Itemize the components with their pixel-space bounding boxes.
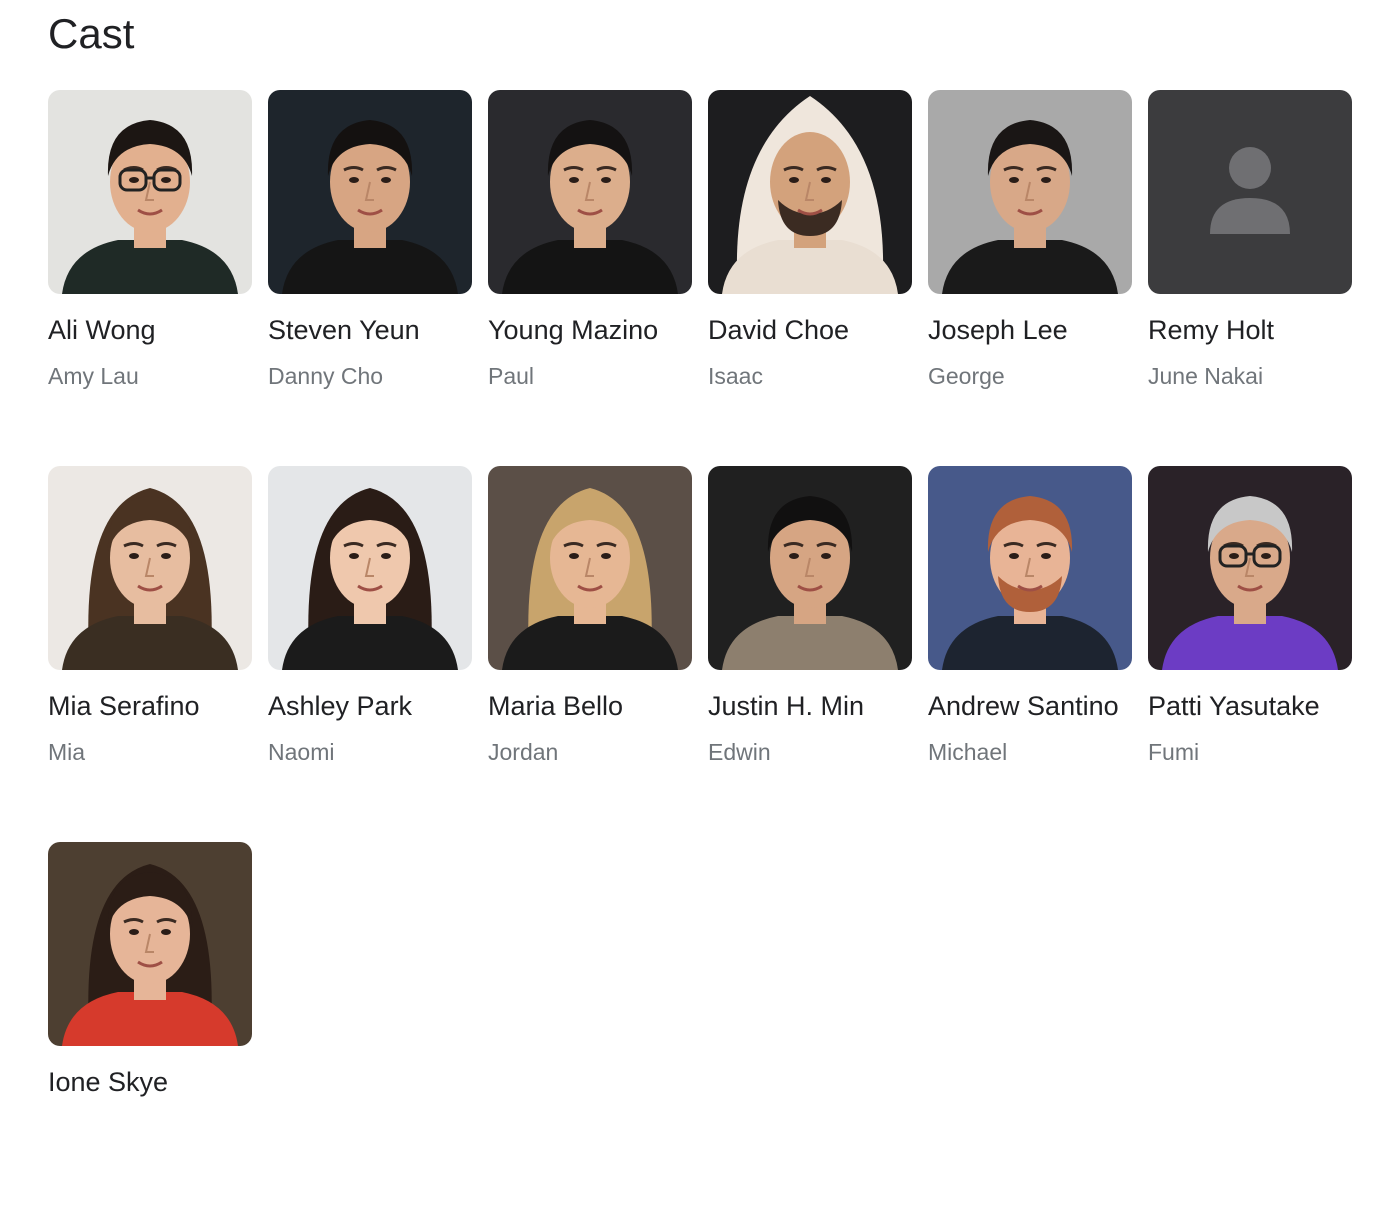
actor-name[interactable]: Ione Skye [48, 1066, 252, 1098]
cast-grid: Ali Wong Amy Lau Steven Yeun Danny Cho Y… [48, 90, 1352, 1218]
actor-photo[interactable] [268, 466, 472, 670]
character-name: Mia [48, 739, 86, 765]
portrait-image [488, 466, 692, 670]
actor-name[interactable]: Ashley Park [268, 690, 472, 722]
portrait-image [708, 90, 912, 294]
portrait-image [708, 466, 912, 670]
actor-name[interactable]: Ali Wong [48, 314, 252, 346]
actor-photo[interactable] [48, 90, 252, 294]
cast-card-joseph-lee[interactable]: Joseph Lee George [928, 90, 1132, 466]
actor-photo[interactable] [928, 90, 1132, 294]
character-name: Edwin [708, 739, 771, 765]
cast-card-justin-h-min[interactable]: Justin H. Min Edwin [708, 466, 912, 842]
cast-card-mia-serafino[interactable]: Mia Serafino Mia [48, 466, 252, 842]
cast-card-remy-holt[interactable]: Remy Holt June Nakai [1148, 90, 1352, 466]
character-name: Isaac [708, 363, 763, 389]
character-name: June Nakai [1148, 363, 1264, 389]
actor-name[interactable]: Patti Yasutake [1148, 690, 1352, 722]
cast-card-maria-bello[interactable]: Maria Bello Jordan [488, 466, 692, 842]
actor-photo[interactable] [48, 842, 252, 1046]
portrait-image [928, 90, 1132, 294]
portrait-image [48, 90, 252, 294]
actor-name[interactable]: Maria Bello [488, 690, 692, 722]
portrait-image [48, 842, 252, 1046]
actor-name[interactable]: Mia Serafino [48, 690, 252, 722]
actor-photo[interactable] [928, 466, 1132, 670]
section-title: Cast [48, 10, 135, 57]
actor-name[interactable]: Remy Holt [1148, 314, 1352, 346]
character-name: Fumi [1148, 739, 1200, 765]
portrait-image [268, 90, 472, 294]
actor-photo[interactable] [488, 466, 692, 670]
actor-name[interactable]: Justin H. Min [708, 690, 912, 722]
actor-photo[interactable] [1148, 90, 1352, 294]
character-name: Danny Cho [268, 363, 384, 389]
actor-photo[interactable] [48, 466, 252, 670]
actor-name[interactable]: David Choe [708, 314, 912, 346]
cast-card-ione-skye[interactable]: Ione Skye [48, 842, 252, 1218]
character-name: Paul [488, 363, 535, 389]
portrait-image [928, 466, 1132, 670]
cast-card-ashley-park[interactable]: Ashley Park Naomi [268, 466, 472, 842]
actor-photo[interactable] [488, 90, 692, 294]
character-name: George [928, 363, 1005, 389]
portrait-image [1148, 90, 1352, 294]
cast-card-young-mazino[interactable]: Young Mazino Paul [488, 90, 692, 466]
portrait-image [268, 466, 472, 670]
actor-photo[interactable] [708, 466, 912, 670]
actor-photo[interactable] [708, 90, 912, 294]
actor-name[interactable]: Joseph Lee [928, 314, 1132, 346]
character-name: Naomi [268, 739, 335, 765]
actor-name[interactable]: Steven Yeun [268, 314, 472, 346]
character-name: Amy Lau [48, 363, 139, 389]
portrait-image [488, 90, 692, 294]
cast-card-patti-yasutake[interactable]: Patti Yasutake Fumi [1148, 466, 1352, 842]
cast-card-andrew-santino[interactable]: Andrew Santino Michael [928, 466, 1132, 842]
cast-card-ali-wong[interactable]: Ali Wong Amy Lau [48, 90, 252, 466]
actor-name[interactable]: Andrew Santino [928, 690, 1132, 722]
actor-photo[interactable] [1148, 466, 1352, 670]
portrait-image [1148, 466, 1352, 670]
character-name: Michael [928, 739, 1008, 765]
actor-photo[interactable] [268, 90, 472, 294]
character-name: Jordan [488, 739, 559, 765]
actor-name[interactable]: Young Mazino [488, 314, 692, 346]
portrait-image [48, 466, 252, 670]
cast-card-david-choe[interactable]: David Choe Isaac [708, 90, 912, 466]
cast-card-steven-yeun[interactable]: Steven Yeun Danny Cho [268, 90, 472, 466]
